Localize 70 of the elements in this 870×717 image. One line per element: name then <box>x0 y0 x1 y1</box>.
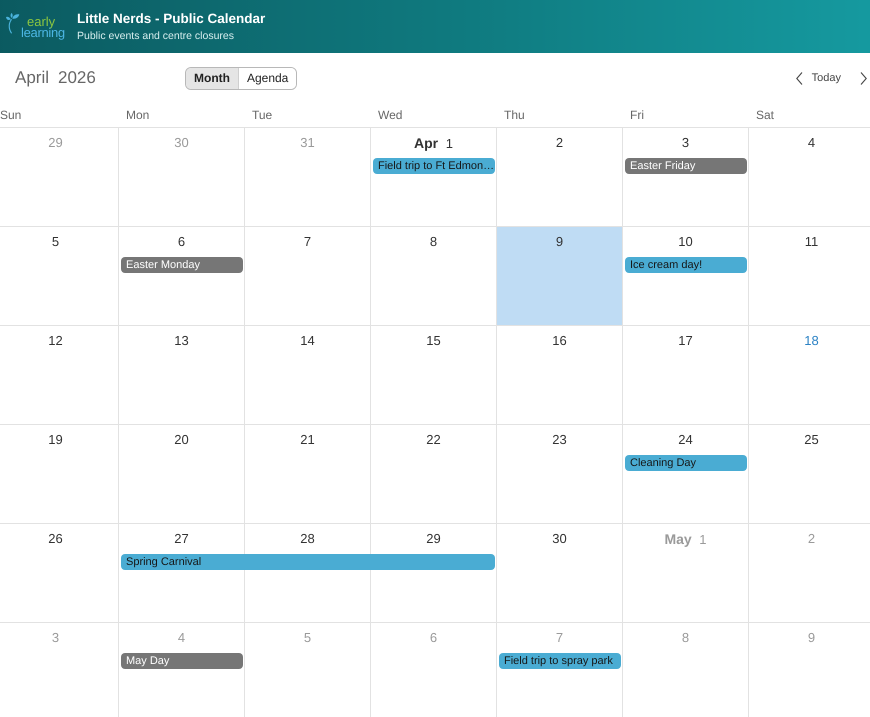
date-number: 29 <box>48 135 63 151</box>
date-number: 21 <box>300 432 315 448</box>
event-bar[interactable]: Field trip to spray park <box>499 653 621 669</box>
date-number: 11 <box>804 234 818 250</box>
date-number: 17 <box>678 333 693 349</box>
today-button[interactable]: Today <box>808 70 855 86</box>
date-number: 29 <box>426 531 441 547</box>
date-number: 18 <box>804 333 819 349</box>
date-number: 15 <box>426 333 441 349</box>
event-bar[interactable]: Field trip to Ft Edmon… <box>373 158 495 174</box>
date-number: 30 <box>552 531 567 547</box>
event-bar[interactable]: Cleaning Day <box>625 455 747 471</box>
date-number: 4 <box>808 135 816 151</box>
date-number: May 1 <box>664 531 707 548</box>
date-number: 9 <box>808 630 816 646</box>
date-number: 14 <box>300 333 315 349</box>
date-number: 7 <box>304 234 312 250</box>
date-number: 24 <box>678 432 693 448</box>
weekday-label: Sun <box>0 108 22 122</box>
date-number: 31 <box>300 135 315 151</box>
event-bar[interactable]: Ice cream day! <box>625 257 747 273</box>
date-number: 19 <box>48 432 63 448</box>
page-title: Little Nerds - Public Calendar <box>77 11 266 26</box>
weekday-label: Sat <box>756 108 774 122</box>
view-tab[interactable]: Agenda <box>238 68 296 88</box>
date-number: 2 <box>808 531 816 547</box>
date-number: 9 <box>556 234 564 250</box>
chevron-right-icon <box>860 72 867 84</box>
year-label[interactable]: 2026 <box>58 68 96 88</box>
date-number: 12 <box>48 333 63 349</box>
day-cell[interactable]: 9 <box>497 227 623 325</box>
date-number: 13 <box>174 333 189 349</box>
date-number: 10 <box>678 234 693 250</box>
date-number: 20 <box>174 432 189 448</box>
event-bar[interactable]: Spring Carnival <box>121 554 495 570</box>
date-number: 3 <box>52 630 60 646</box>
date-number: 26 <box>48 531 63 547</box>
date-number: 5 <box>52 234 60 250</box>
date-number: 6 <box>430 630 438 646</box>
date-number: Apr 1 <box>414 135 453 152</box>
date-number: 27 <box>174 531 189 547</box>
date-number: 4 <box>178 630 186 646</box>
date-number: 7 <box>556 630 564 646</box>
date-number: 30 <box>174 135 189 151</box>
weekday-label: Tue <box>252 108 272 122</box>
weekday-label: Mon <box>126 108 150 122</box>
date-number: 28 <box>300 531 315 547</box>
weekday-label: Wed <box>378 108 402 122</box>
view-tab[interactable]: Month <box>186 68 238 88</box>
date-number: 8 <box>682 630 690 646</box>
leaf-icon <box>6 12 20 34</box>
date-number: 22 <box>426 432 441 448</box>
weekday-label: Fri <box>630 108 644 122</box>
date-number: 6 <box>178 234 186 250</box>
date-number: 23 <box>552 432 567 448</box>
event-bar[interactable]: Easter Monday <box>121 257 243 273</box>
weekday-label: Thu <box>504 108 525 122</box>
logo-text: learning <box>21 26 65 38</box>
date-number: 2 <box>556 135 564 151</box>
event-bar[interactable]: Easter Friday <box>625 158 747 174</box>
month-label[interactable]: April <box>15 68 50 88</box>
page-subtitle: Public events and centre closures <box>77 30 236 42</box>
date-number: 3 <box>682 135 690 151</box>
date-number: 25 <box>804 432 819 448</box>
date-number: 5 <box>304 630 312 646</box>
event-bar[interactable]: May Day <box>121 653 243 669</box>
logo-text: early <box>27 16 56 26</box>
chevron-left-icon <box>796 72 803 84</box>
date-number: 16 <box>552 333 567 349</box>
date-number: 8 <box>430 234 438 250</box>
